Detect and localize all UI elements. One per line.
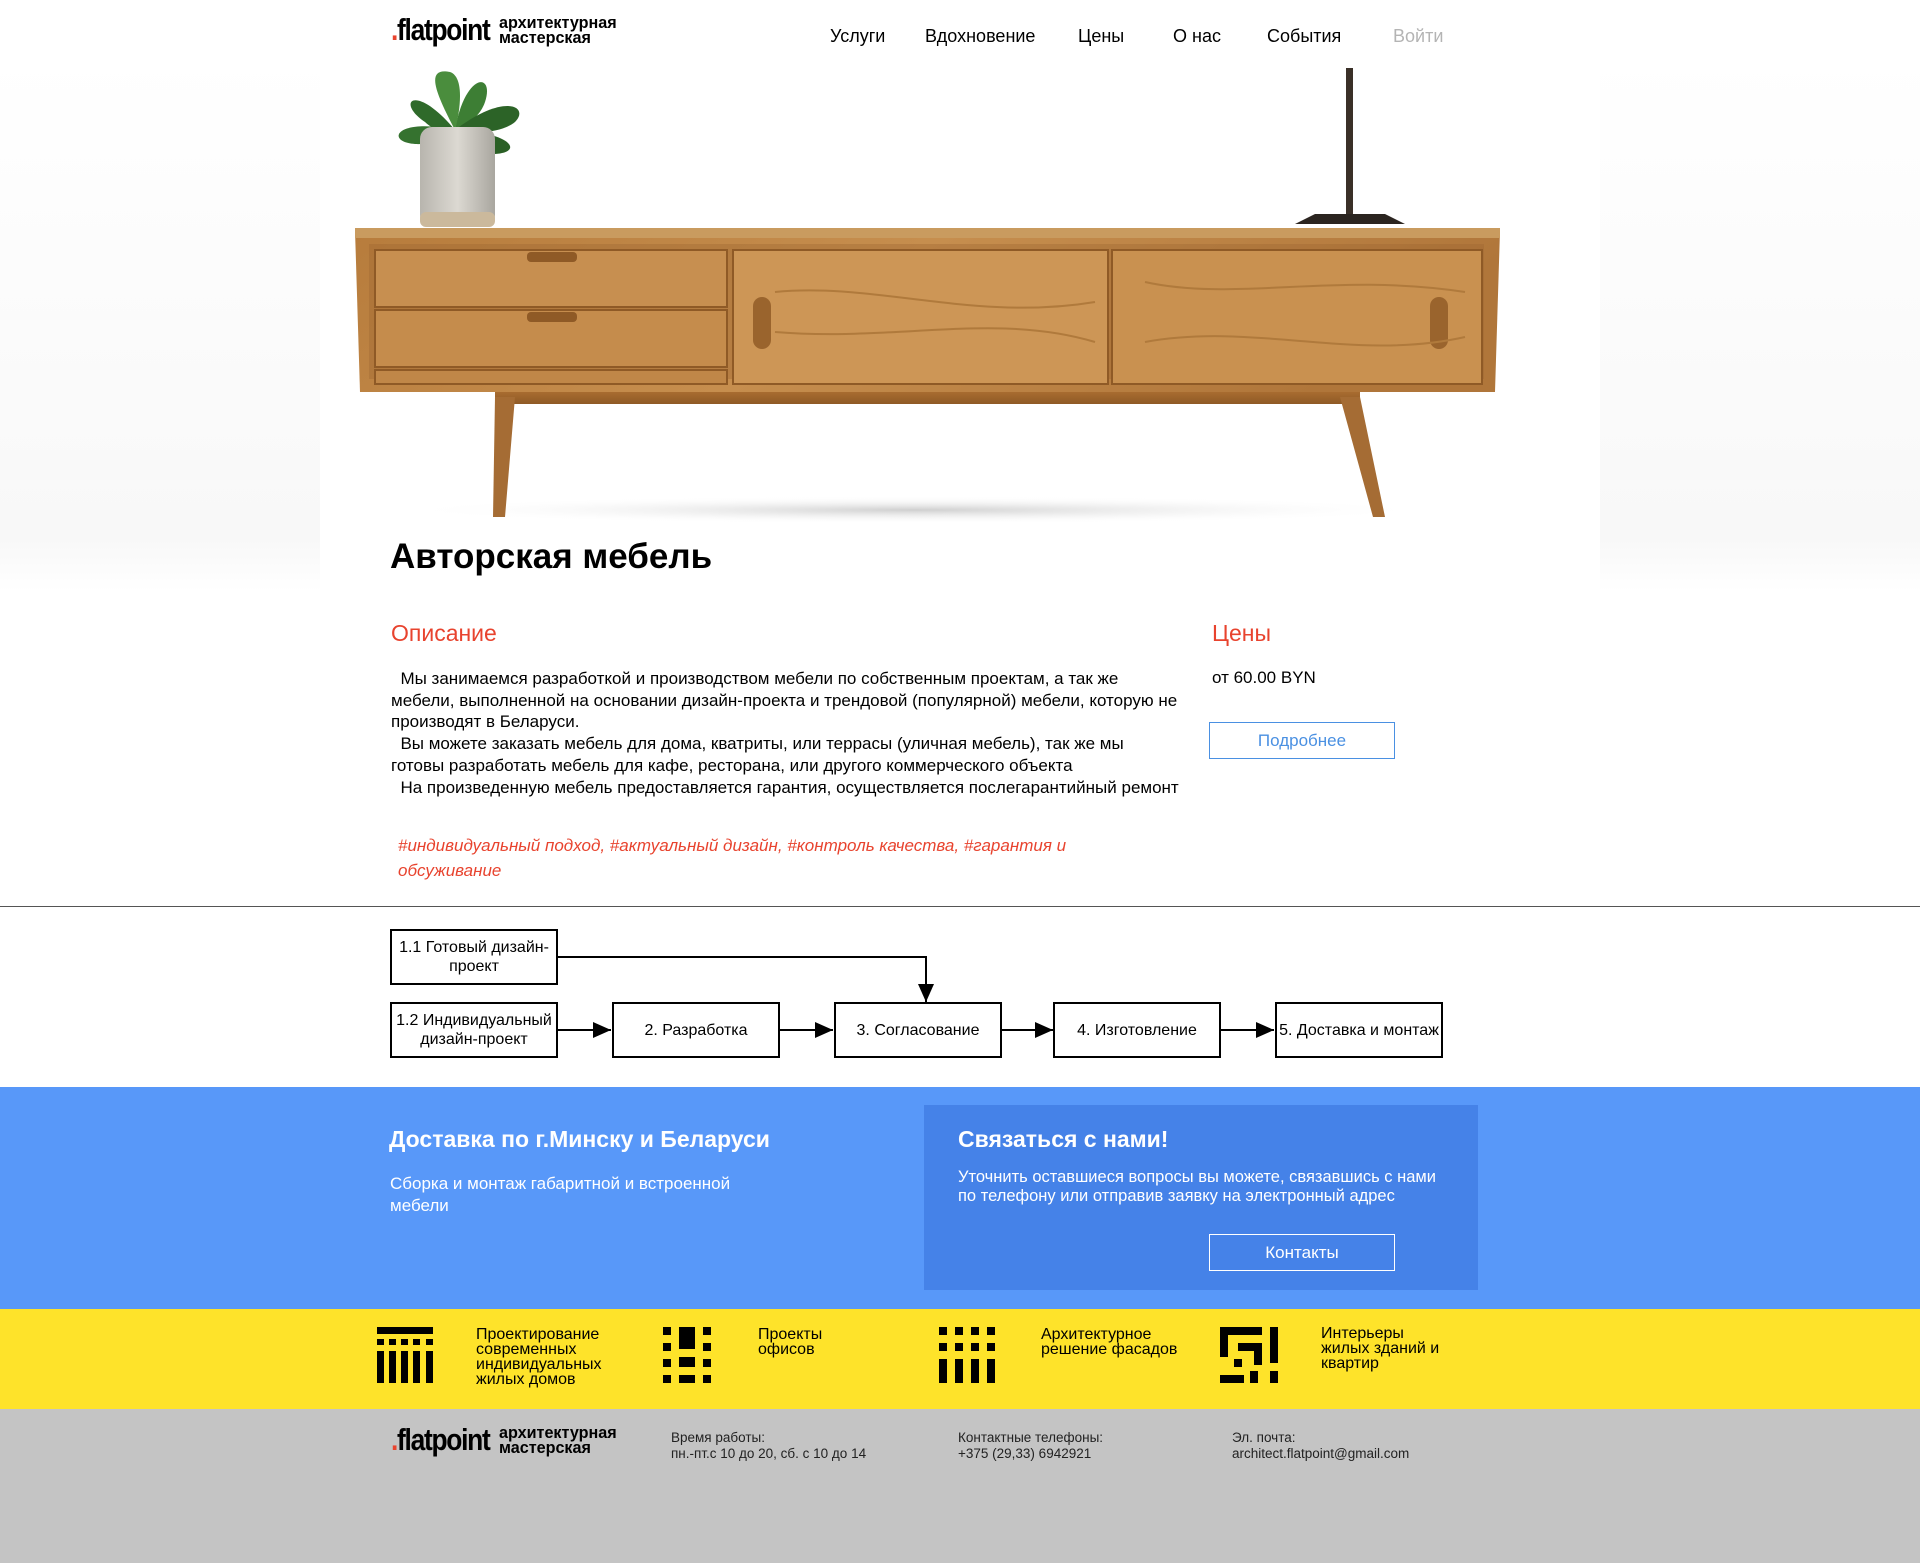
logo-subtitle: архитектурная мастерская (498, 1422, 617, 1457)
step-approval: 3. Согласование (834, 1002, 1002, 1058)
email-label: Эл. почта: (1232, 1430, 1296, 1445)
phones-label: Контактные телефоны: (958, 1430, 1104, 1445)
service-label: Проекты офисов (758, 1326, 823, 1358)
logo-wordmark: .flatpoint (391, 1422, 491, 1457)
work-hours-value: пн.-пт.с 10 до 20, сб. с 10 до 14 (671, 1446, 867, 1461)
service-label: Проектирование современных индивидуальны… (476, 1326, 602, 1388)
phones-value[interactable]: +375 (29,33) 6942921 (958, 1446, 1091, 1462)
interior-icon (1220, 1327, 1278, 1383)
step-individual-design: 1.2 Индивидуальный дизайн-проект (390, 1002, 558, 1058)
residential-houses-icon (377, 1327, 433, 1383)
delivery-title: Доставка по г.Минску и Беларуси (389, 1126, 770, 1152)
arrow-ready-to-approval (558, 956, 934, 1002)
contact-title: Связаться с нами! (958, 1126, 1169, 1152)
office-building-icon (663, 1327, 711, 1383)
step-development: 2. Разработка (612, 1002, 780, 1058)
work-hours-label: Время работы: (671, 1430, 765, 1445)
step-delivery: 5. Доставка и монтаж (1275, 1002, 1443, 1058)
contacts-button[interactable]: Контакты (1209, 1234, 1395, 1271)
facade-icon (939, 1327, 995, 1383)
delivery-text: Сборка и монтаж габаритной и встроенной … (390, 1174, 731, 1215)
email-value[interactable]: architect.flatpoint@gmail.com (1232, 1446, 1409, 1462)
service-label: Архитектурное решение фасадов (1041, 1326, 1178, 1358)
contact-text: Уточнить оставшиеся вопросы вы можете, с… (958, 1168, 1436, 1205)
service-label: Интерьеры жилых зданий и квартир (1321, 1325, 1440, 1372)
footer-logo[interactable]: .flatpoint архитектурная мастерская (391, 1422, 623, 1457)
step-ready-design: 1.1 Готовый дизайн-проект (390, 929, 558, 985)
step-production: 4. Изготовление (1053, 1002, 1221, 1058)
